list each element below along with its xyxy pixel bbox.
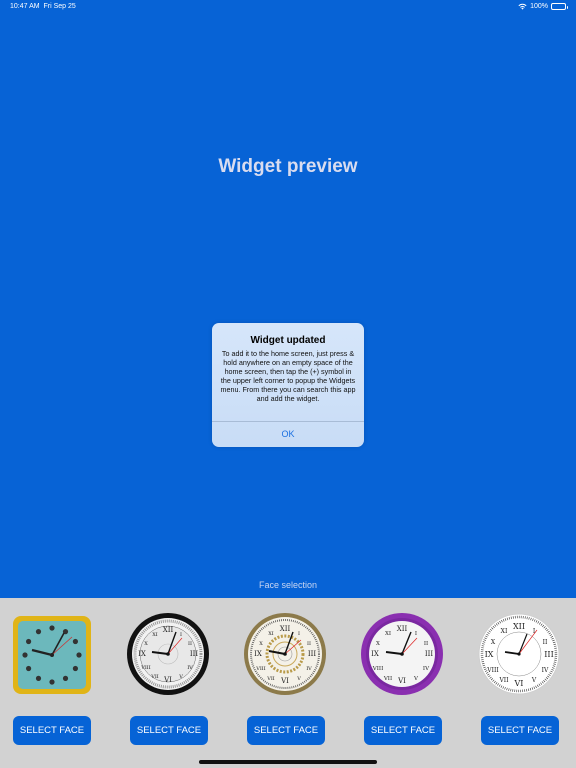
- svg-text:VIII: VIII: [255, 666, 266, 672]
- svg-text:VII: VII: [383, 676, 392, 682]
- svg-text:VIII: VIII: [372, 666, 384, 672]
- svg-text:X: X: [144, 641, 148, 647]
- svg-text:XII: XII: [280, 625, 291, 633]
- svg-text:VII: VII: [266, 676, 275, 682]
- svg-text:XI: XI: [501, 628, 508, 635]
- wifi-icon: [518, 3, 527, 10]
- status-bar: 10:47 AM Fri Sep 25 100%: [0, 0, 576, 14]
- svg-text:XI: XI: [268, 631, 274, 637]
- svg-text:V: V: [296, 676, 301, 682]
- svg-text:V: V: [178, 674, 183, 680]
- svg-text:XI: XI: [385, 631, 391, 637]
- face-selection-label: Face selection: [258, 580, 318, 590]
- svg-text:VI: VI: [280, 677, 289, 685]
- svg-text:VII: VII: [150, 674, 159, 680]
- svg-text:III: III: [308, 650, 317, 658]
- select-face-button-1[interactable]: SELECT FACE: [13, 716, 91, 745]
- svg-text:II: II: [307, 641, 311, 647]
- svg-text:XI: XI: [152, 632, 158, 638]
- svg-text:VI: VI: [397, 677, 406, 685]
- black-roman-clock-icon[interactable]: XIIVIIX III XI I X II VIII IV VII V: [126, 612, 210, 696]
- svg-text:II: II: [188, 641, 192, 647]
- svg-text:IX: IX: [485, 650, 494, 659]
- svg-text:IV: IV: [542, 667, 549, 674]
- status-time: 10:47 AM Fri Sep 25: [10, 3, 76, 10]
- home-indicator[interactable]: [199, 760, 377, 764]
- svg-text:VIII: VIII: [486, 667, 499, 674]
- alert-message: To add it to the home screen, just press…: [220, 349, 356, 403]
- white-roman-clock-icon[interactable]: XIIVIIX III XI I X II VIII IV VII V: [477, 612, 561, 696]
- svg-text:III: III: [425, 650, 434, 658]
- svg-text:V: V: [531, 677, 537, 684]
- status-right: 100%: [518, 3, 568, 10]
- svg-text:IV: IV: [306, 666, 312, 672]
- gold-ornate-clock-icon[interactable]: XIIVIIX III XI I X II VIII IV VII V: [243, 612, 327, 696]
- svg-text:I: I: [180, 632, 182, 638]
- svg-text:X: X: [376, 641, 380, 647]
- page-title: Widget preview: [218, 156, 358, 177]
- svg-text:IV: IV: [187, 665, 193, 671]
- ok-button[interactable]: OK: [212, 421, 364, 447]
- alert-title: Widget updated: [250, 335, 326, 346]
- svg-text:X: X: [259, 641, 263, 647]
- svg-text:XII: XII: [513, 622, 525, 631]
- select-face-button-3[interactable]: SELECT FACE: [247, 716, 325, 745]
- svg-text:XII: XII: [163, 626, 174, 634]
- svg-text:VI: VI: [514, 679, 524, 688]
- svg-text:VIII: VIII: [140, 665, 151, 671]
- svg-text:II: II: [543, 639, 548, 646]
- select-face-button-4[interactable]: SELECT FACE: [364, 716, 442, 745]
- svg-text:IX: IX: [371, 650, 379, 658]
- svg-text:I: I: [298, 631, 300, 637]
- alert-dialog: Widget updated To add it to the home scr…: [212, 323, 364, 447]
- purple-roman-clock-icon[interactable]: XIIVIIX III XI I X II VIII IV VII V: [360, 612, 444, 696]
- svg-text:VII: VII: [498, 677, 509, 684]
- select-face-button-2[interactable]: SELECT FACE: [130, 716, 208, 745]
- battery-percent: 100%: [530, 3, 548, 10]
- svg-text:IX: IX: [138, 650, 146, 658]
- battery-icon: [551, 3, 568, 10]
- svg-text:XII: XII: [397, 625, 408, 633]
- select-face-button-5[interactable]: SELECT FACE: [481, 716, 559, 745]
- svg-text:III: III: [544, 650, 553, 659]
- svg-text:X: X: [491, 639, 496, 646]
- teal-square-clock-icon[interactable]: [10, 613, 94, 697]
- svg-text:IX: IX: [254, 650, 262, 658]
- svg-text:I: I: [415, 631, 417, 637]
- svg-text:III: III: [190, 650, 199, 658]
- svg-text:II: II: [424, 641, 428, 647]
- svg-text:IV: IV: [423, 666, 430, 672]
- svg-text:VI: VI: [163, 676, 172, 684]
